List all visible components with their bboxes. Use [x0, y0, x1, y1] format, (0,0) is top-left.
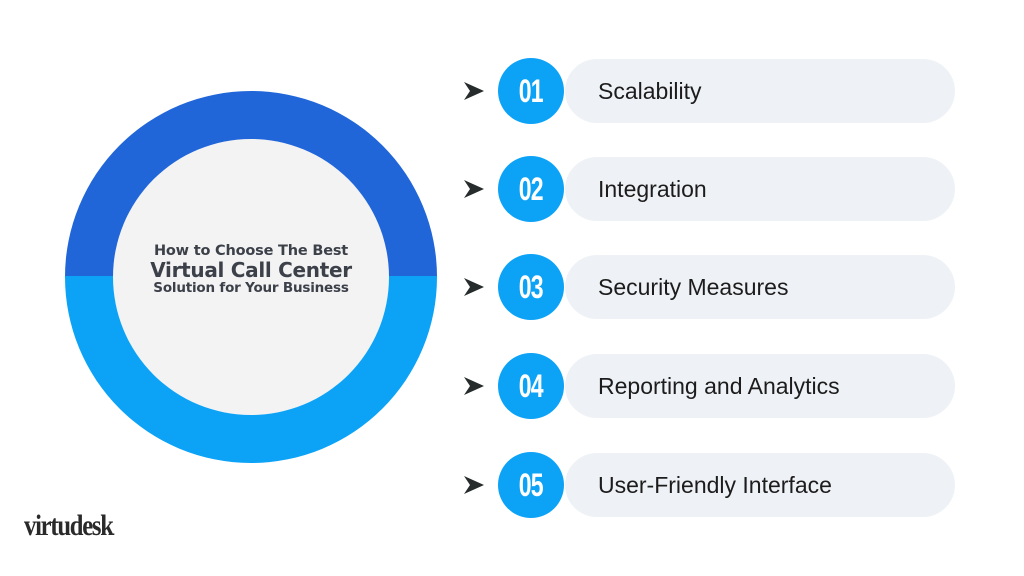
number-badge: 03: [498, 254, 564, 320]
item-label: Integration: [565, 157, 955, 221]
arrow-right-icon: [464, 476, 484, 494]
list-item: 05 User-Friendly Interface: [460, 452, 960, 518]
number-badge: 01: [498, 58, 564, 124]
number-text: 05: [518, 466, 544, 503]
logo-text: virtudesk: [24, 509, 114, 542]
list-item: 02 Integration: [460, 156, 960, 222]
title-circle: How to Choose The Best Virtual Call Cent…: [113, 139, 389, 415]
title-ring: How to Choose The Best Virtual Call Cent…: [65, 91, 437, 463]
title-text: How to Choose The Best Virtual Call Cent…: [150, 243, 352, 297]
list-item: 04 Reporting and Analytics: [460, 353, 960, 419]
arrow-right-icon: [464, 278, 484, 296]
title-line-3: Solution for Your Business: [153, 280, 349, 296]
number-badge: 04: [498, 353, 564, 419]
number-badge: 02: [498, 156, 564, 222]
number-text: 01: [518, 72, 544, 109]
logo-mark: .: [112, 527, 115, 538]
number-text: 03: [518, 268, 544, 305]
item-label: Security Measures: [565, 255, 955, 319]
arrow-right-icon: [464, 377, 484, 395]
arrow-right-icon: [464, 180, 484, 198]
list-item: 01 Scalability: [460, 58, 960, 124]
item-label: Reporting and Analytics: [565, 354, 955, 418]
virtudesk-logo: virtudesk.: [24, 509, 115, 543]
number-text: 02: [518, 170, 544, 207]
title-line-2: Virtual Call Center: [150, 258, 352, 282]
number-badge: 05: [498, 452, 564, 518]
item-label: Scalability: [565, 59, 955, 123]
number-text: 04: [518, 367, 544, 404]
item-label: User-Friendly Interface: [565, 453, 955, 517]
arrow-right-icon: [464, 82, 484, 100]
list-item: 03 Security Measures: [460, 254, 960, 320]
